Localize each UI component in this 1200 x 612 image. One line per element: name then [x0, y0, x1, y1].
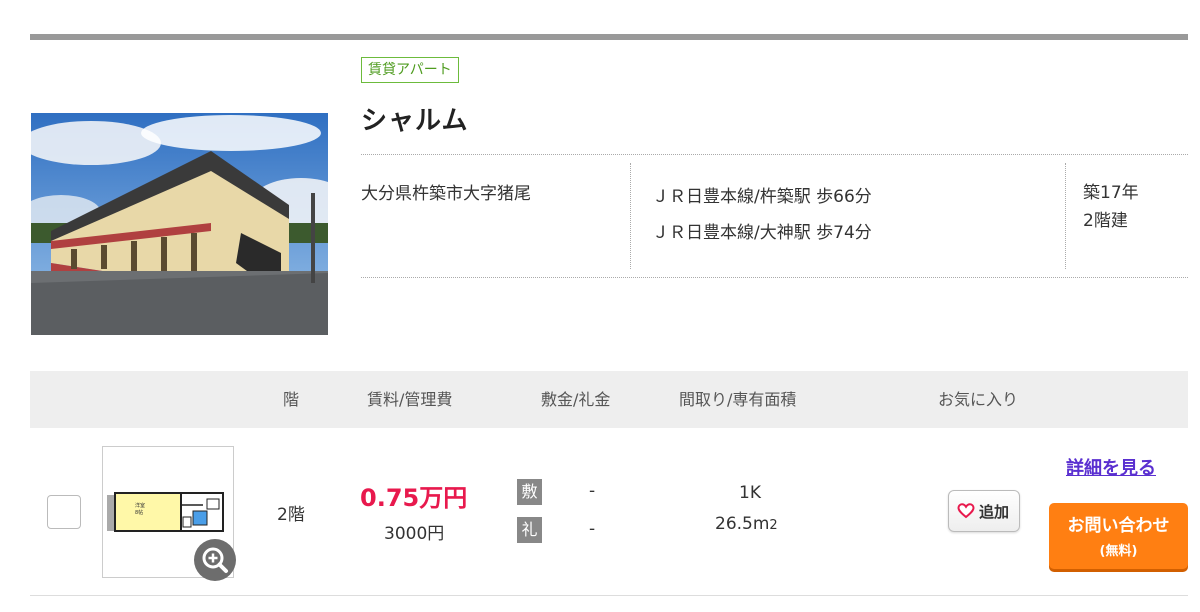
floorplan-room-label: 洋室 — [135, 502, 145, 509]
room-area: 26.5m2 — [715, 514, 778, 534]
view-details-link[interactable]: 詳細を見る — [1066, 454, 1156, 480]
access-line: ＪＲ日豊本線/大神駅 歩74分 — [652, 223, 872, 243]
property-type-badge: 賃貸アパート — [361, 57, 459, 83]
row-divider — [30, 595, 1188, 596]
favorite-button-label: 追加 — [979, 503, 1010, 521]
station-access: ＪＲ日豊本線/杵築駅 歩66分 ＪＲ日豊本線/大神駅 歩74分 — [652, 179, 872, 251]
room-floor: 2階 — [277, 505, 305, 525]
info-divider-bottom — [361, 277, 1188, 278]
room-rent: 0.75万円 — [360, 484, 468, 512]
room-select-checkbox[interactable] — [47, 495, 81, 529]
inquiry-button-sublabel: (無料) — [1099, 544, 1138, 559]
room-layout: 1K — [739, 483, 761, 503]
zoom-in-icon[interactable] — [194, 539, 236, 581]
info-divider — [630, 163, 631, 269]
key-money-value: - — [589, 519, 596, 539]
building-info: 築17年 2階建 — [1083, 179, 1139, 235]
header-rent: 賃料/管理費 — [367, 390, 453, 409]
deposit-label: 敷 — [517, 479, 542, 505]
key-money-label: 礼 — [517, 517, 542, 543]
info-divider — [1065, 163, 1066, 269]
room-area-value: 26.5m — [715, 514, 770, 534]
inquiry-button-label: お問い合わせ — [1067, 516, 1170, 536]
info-divider-top — [361, 154, 1188, 155]
inquiry-button[interactable]: お問い合わせ (無料) — [1049, 503, 1188, 569]
header-layout: 間取り/専有面積 — [679, 390, 797, 409]
header-favorite: お気に入り — [938, 390, 1019, 409]
header-floor: 階 — [283, 390, 300, 409]
deposit-value: - — [589, 481, 596, 501]
building-age: 築17年 — [1083, 183, 1139, 203]
room-table-header: 階 賃料/管理費 敷金/礼金 間取り/専有面積 お気に入り — [30, 371, 1188, 428]
area-unit-superscript: 2 — [769, 518, 778, 533]
header-deposit: 敷金/礼金 — [541, 390, 611, 409]
property-photo[interactable] — [31, 113, 328, 335]
add-favorite-button[interactable]: 追加 — [948, 490, 1020, 532]
access-line: ＪＲ日豊本線/杵築駅 歩66分 — [652, 187, 872, 207]
property-name: シャルム — [361, 106, 469, 136]
section-divider — [30, 34, 1188, 40]
building-floors: 2階建 — [1083, 211, 1128, 231]
property-address: 大分県杵築市大字猪尾 — [361, 184, 531, 204]
floorplan-size-label: 8帖 — [135, 509, 143, 516]
heart-icon — [957, 502, 975, 524]
management-fee: 3000円 — [384, 524, 445, 544]
